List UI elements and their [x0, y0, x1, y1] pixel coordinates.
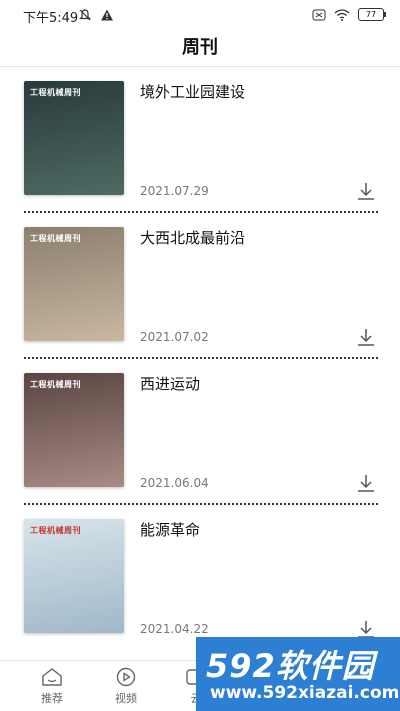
- play-icon: [116, 667, 136, 687]
- issue-date: 2021.06.04: [140, 476, 209, 490]
- issue-cover[interactable]: 工程机械周刊: [24, 81, 124, 195]
- list-item[interactable]: 工程机械周刊 能源革命 2021.04.22: [0, 505, 400, 653]
- cover-masthead: 工程机械周刊: [30, 234, 81, 243]
- sim-icon: [312, 9, 326, 20]
- app-header: 周刊: [0, 30, 400, 66]
- list-item[interactable]: 工程机械周刊 境外工业园建设 2021.07.29: [0, 67, 400, 215]
- issue-cover[interactable]: 工程机械周刊: [24, 519, 124, 633]
- battery-level: 77: [365, 10, 377, 19]
- status-bar: 下午5:49 77: [0, 0, 400, 30]
- download-icon[interactable]: [356, 327, 376, 347]
- download-icon[interactable]: [356, 181, 376, 201]
- watermark-brand: 592软件园: [206, 647, 375, 685]
- issue-date: 2021.07.02: [140, 330, 209, 344]
- issue-title[interactable]: 大西北成最前沿: [140, 227, 245, 248]
- tab-label: 视频: [115, 692, 137, 705]
- download-icon[interactable]: [356, 473, 376, 493]
- tab-label: 推荐: [41, 692, 63, 705]
- list-item[interactable]: 工程机械周刊 大西北成最前沿 2021.07.02: [0, 213, 400, 361]
- issue-title[interactable]: 境外工业园建设: [140, 81, 245, 102]
- list-item[interactable]: 工程机械周刊 西进运动 2021.06.04: [0, 359, 400, 507]
- home-icon: [42, 668, 62, 686]
- issue-date: 2021.07.29: [140, 184, 209, 198]
- warning-icon: [101, 9, 113, 21]
- cover-masthead: 工程机械周刊: [30, 526, 81, 535]
- watermark-url: www.592xiazai.com: [210, 683, 400, 703]
- wifi-icon: [334, 8, 350, 21]
- cover-masthead: 工程机械周刊: [30, 88, 81, 97]
- issue-title[interactable]: 能源革命: [140, 519, 200, 540]
- mute-icon: [79, 9, 91, 21]
- cover-masthead: 工程机械周刊: [30, 380, 81, 389]
- tab-video[interactable]: 视频: [96, 667, 156, 706]
- page-title: 周刊: [182, 37, 218, 58]
- tab-recommend[interactable]: 推荐: [22, 667, 82, 706]
- status-right-icons: 77: [312, 8, 386, 21]
- issue-title[interactable]: 西进运动: [140, 373, 200, 394]
- status-time: 下午5:49: [23, 11, 79, 26]
- status-left-icons: [78, 8, 114, 22]
- issue-date: 2021.04.22: [140, 622, 209, 636]
- battery-icon: 77: [358, 8, 386, 21]
- download-icon[interactable]: [356, 619, 376, 639]
- issue-cover[interactable]: 工程机械周刊: [24, 373, 124, 487]
- site-watermark: 592软件园 www.592xiazai.com: [196, 637, 400, 711]
- issue-cover[interactable]: 工程机械周刊: [24, 227, 124, 341]
